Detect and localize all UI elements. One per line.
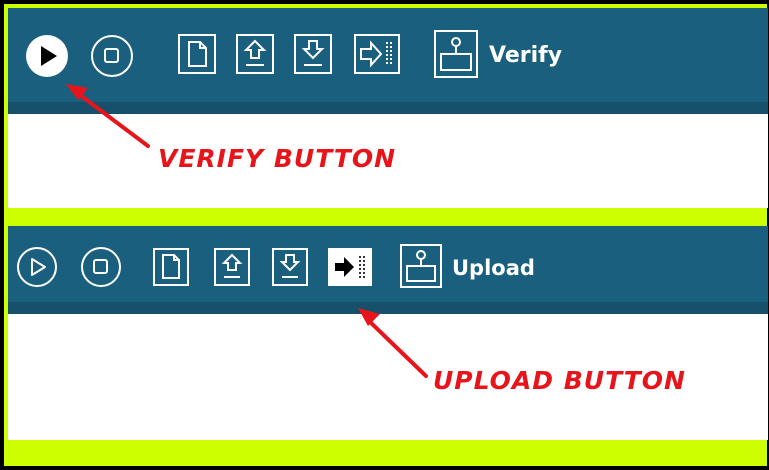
bottom-panel: Upload Upload Button (8, 226, 768, 440)
screenshot-frame: Verify Verify Button (4, 4, 768, 466)
annotation-label: Upload Button (433, 366, 686, 395)
annotation-arrow (66, 84, 150, 148)
annotation-label: Verify Button (158, 144, 397, 173)
top-panel: Verify Verify Button (8, 8, 768, 208)
annotation-arrow (358, 308, 428, 378)
